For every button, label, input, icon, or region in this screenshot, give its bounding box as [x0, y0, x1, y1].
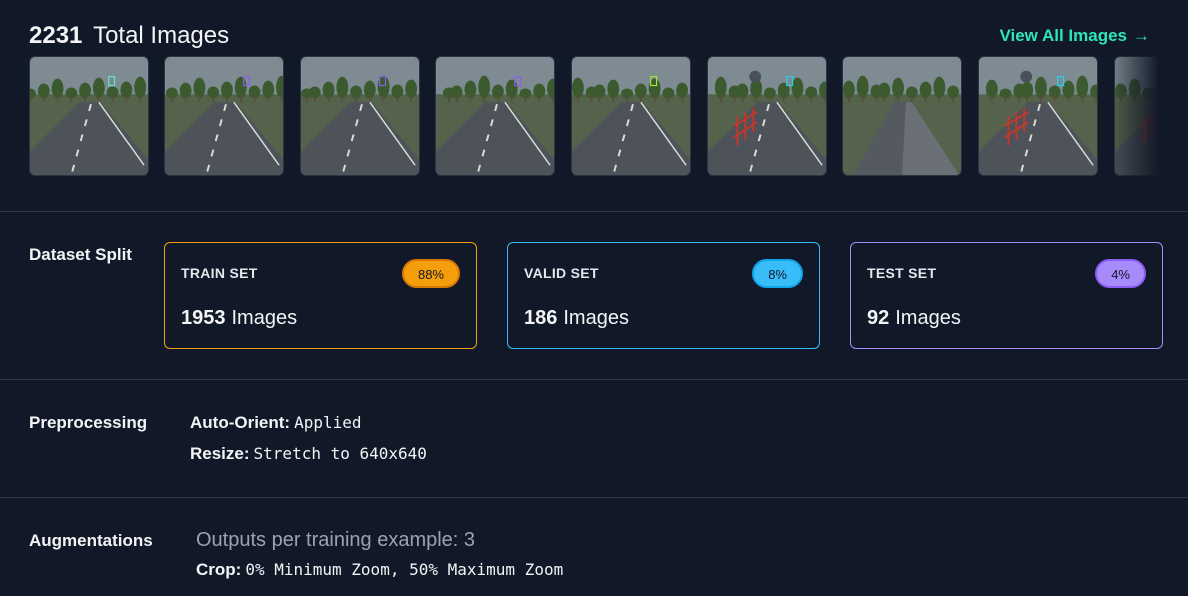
augmentation-crop: Crop: 0% Minimum Zoom, 50% Maximum Zoom — [196, 560, 563, 580]
image-thumbnail[interactable] — [29, 56, 149, 176]
total-images: 2231 Total Images — [29, 20, 229, 52]
road-scene-image — [708, 57, 826, 175]
test-set-count: 92 Images — [867, 307, 961, 330]
valid-set-name: VALID SET — [524, 265, 599, 281]
valid-set-percent-badge: 8% — [752, 259, 803, 288]
image-thumbnail[interactable] — [1114, 56, 1159, 176]
road-scene-image — [843, 57, 961, 175]
train-set-count: 1953 Images — [181, 307, 297, 330]
image-thumbnail[interactable] — [300, 56, 420, 176]
test-set-card[interactable]: TEST SET 4% 92 Images — [850, 242, 1163, 349]
image-thumbnail[interactable] — [164, 56, 284, 176]
valid-set-count-unit: Images — [563, 307, 629, 329]
image-thumbnail[interactable] — [978, 56, 1098, 176]
road-scene-image — [30, 57, 148, 175]
train-set-count-unit: Images — [231, 307, 298, 329]
test-set-percent-badge: 4% — [1095, 259, 1146, 288]
divider — [0, 211, 1188, 212]
preprocessing-value: Applied — [294, 413, 362, 432]
preprocessing-key: Auto-Orient: — [190, 413, 291, 432]
train-set-count-value: 1953 — [181, 307, 226, 329]
image-thumbnail[interactable] — [571, 56, 691, 176]
road-scene-image — [436, 57, 554, 175]
valid-set-card[interactable]: VALID SET 8% 186 Images — [507, 242, 820, 349]
image-thumbnail[interactable] — [842, 56, 962, 176]
arrow-right-icon: → — [1133, 26, 1150, 45]
dataset-overview: 2231 Total Images View All Images → Data… — [0, 0, 1188, 596]
preprocessing-resize: Resize: Stretch to 640x640 — [190, 444, 427, 464]
image-thumbnail[interactable] — [707, 56, 827, 176]
train-set-percent-badge: 88% — [401, 259, 460, 288]
road-scene-image — [1115, 57, 1159, 175]
road-scene-image — [165, 57, 283, 175]
view-all-images-link[interactable]: View All Images → — [999, 24, 1150, 48]
valid-set-count: 186 Images — [524, 307, 629, 330]
train-set-card[interactable]: TRAIN SET 88% 1953 Images — [164, 242, 477, 349]
view-all-images-label: View All Images — [999, 26, 1127, 45]
augmentation-value: 0% Minimum Zoom, 50% Maximum Zoom — [245, 560, 564, 579]
augmentations-label: Augmentations — [29, 531, 153, 550]
preprocessing-value: Stretch to 640x640 — [253, 444, 427, 463]
preprocessing-key: Resize: — [190, 444, 250, 463]
test-set-count-unit: Images — [895, 307, 961, 329]
total-images-label: Total Images — [93, 22, 230, 49]
preprocessing-label: Preprocessing — [29, 413, 148, 432]
dataset-split-label: Dataset Split — [29, 245, 132, 264]
augmentation-key: Crop: — [196, 560, 242, 579]
test-set-name: TEST SET — [867, 265, 937, 281]
road-scene-image — [979, 57, 1097, 175]
images-header: 2231 Total Images View All Images → — [29, 20, 1150, 52]
outputs-per-example: Outputs per training example: 3 — [196, 529, 476, 551]
image-thumbnail[interactable] — [435, 56, 555, 176]
road-scene-image — [572, 57, 690, 175]
test-set-count-value: 92 — [867, 307, 890, 329]
preprocessing-auto-orient: Auto-Orient: Applied — [190, 413, 362, 433]
divider — [0, 379, 1188, 380]
total-images-count: 2231 — [29, 22, 83, 49]
divider — [0, 497, 1188, 498]
image-thumbnail-strip — [29, 56, 1159, 176]
road-scene-image — [301, 57, 419, 175]
train-set-name: TRAIN SET — [181, 265, 258, 281]
valid-set-count-value: 186 — [524, 307, 558, 329]
